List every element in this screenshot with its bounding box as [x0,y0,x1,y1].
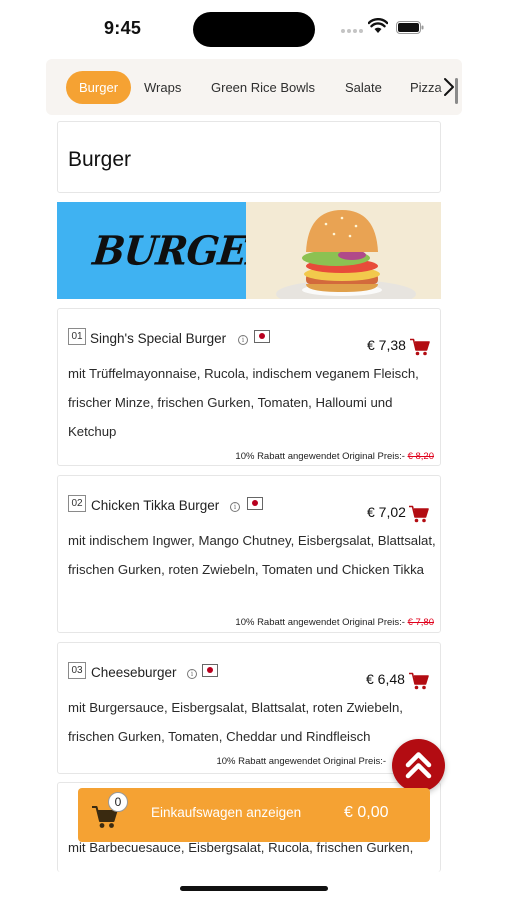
tab-salate[interactable]: Salate [345,71,382,104]
burger-image-icon [246,202,441,299]
chevron-right-icon[interactable] [442,75,456,99]
product-number: 03 [68,662,86,679]
category-tabs: Burger Wraps Green Rice Bowls Salate Piz… [46,59,462,115]
japan-flag-icon [254,330,270,343]
wifi-icon [368,18,388,33]
tab-green-rice-bowls[interactable]: Green Rice Bowls [211,71,315,104]
banner-text-panel: BURGER [57,202,279,299]
product-name: Chicken Tikka Burger [91,498,220,513]
product-name: Cheeseburger [91,665,177,680]
product-price: € 6,48 [366,671,405,687]
add-to-cart-icon[interactable] [409,505,429,523]
tab-wraps[interactable]: Wraps [144,71,181,104]
view-cart-button[interactable]: 0 Einkaufswagen anzeigen € 0,00 [78,788,430,842]
signal-icon [341,27,365,35]
add-to-cart-icon[interactable] [410,338,430,356]
dynamic-island [193,12,315,47]
add-to-cart-icon[interactable] [409,672,429,690]
section-title: Burger [68,148,132,171]
section-header: Burger [57,121,441,193]
product-name: Singh's Special Burger [90,331,227,346]
product-description: mit Burgersauce, Eisbergsalat, Blattsala… [68,700,403,744]
discount-note: 10% Rabatt angewendet Original Preis:- €… [235,617,434,628]
banner-burger-image [246,202,441,299]
cart-count-badge: 0 [108,792,128,812]
double-chevron-up-icon [405,752,432,779]
product-card[interactable]: 01 Singh's Special Burger i € 7,38 mit T… [57,308,441,466]
battery-icon [396,21,424,34]
product-card[interactable]: 03 Cheeseburger i € 6,48 mit Burgersauce… [57,642,441,774]
discount-note: 10% Rabatt angewendet Original Preis:- [216,756,386,767]
home-indicator[interactable] [180,886,328,891]
product-description: mit Trüffelmayonnaise, Rucola, indischem… [68,366,419,439]
info-icon[interactable]: i [230,502,240,512]
info-icon[interactable]: i [187,669,197,679]
tab-burger[interactable]: Burger [66,71,132,104]
original-price: € 7,80 [407,617,434,628]
info-icon[interactable]: i [238,335,248,345]
category-banner: BURGER [57,202,441,299]
japan-flag-icon [247,497,263,510]
product-price: € 7,38 [367,337,406,353]
product-description: mit indischem Ingwer, Mango Chutney, Eis… [68,533,436,577]
original-price: € 8,20 [407,451,434,462]
tabs-scrollbar[interactable] [455,78,458,104]
cart-total: € 0,00 [344,804,389,821]
status-time: 9:45 [104,18,142,38]
cart-bar-label: Einkaufswagen anzeigen [151,805,302,820]
product-price: € 7,02 [367,504,406,520]
scroll-to-top-button[interactable] [392,739,445,792]
japan-flag-icon [202,664,218,677]
product-number: 01 [68,328,86,345]
product-number: 02 [68,495,86,512]
status-bar: 9:45 [0,0,507,56]
discount-note: 10% Rabatt angewendet Original Preis:- €… [235,451,434,462]
product-card[interactable]: 02 Chicken Tikka Burger i € 7,02 mit ind… [57,475,441,633]
